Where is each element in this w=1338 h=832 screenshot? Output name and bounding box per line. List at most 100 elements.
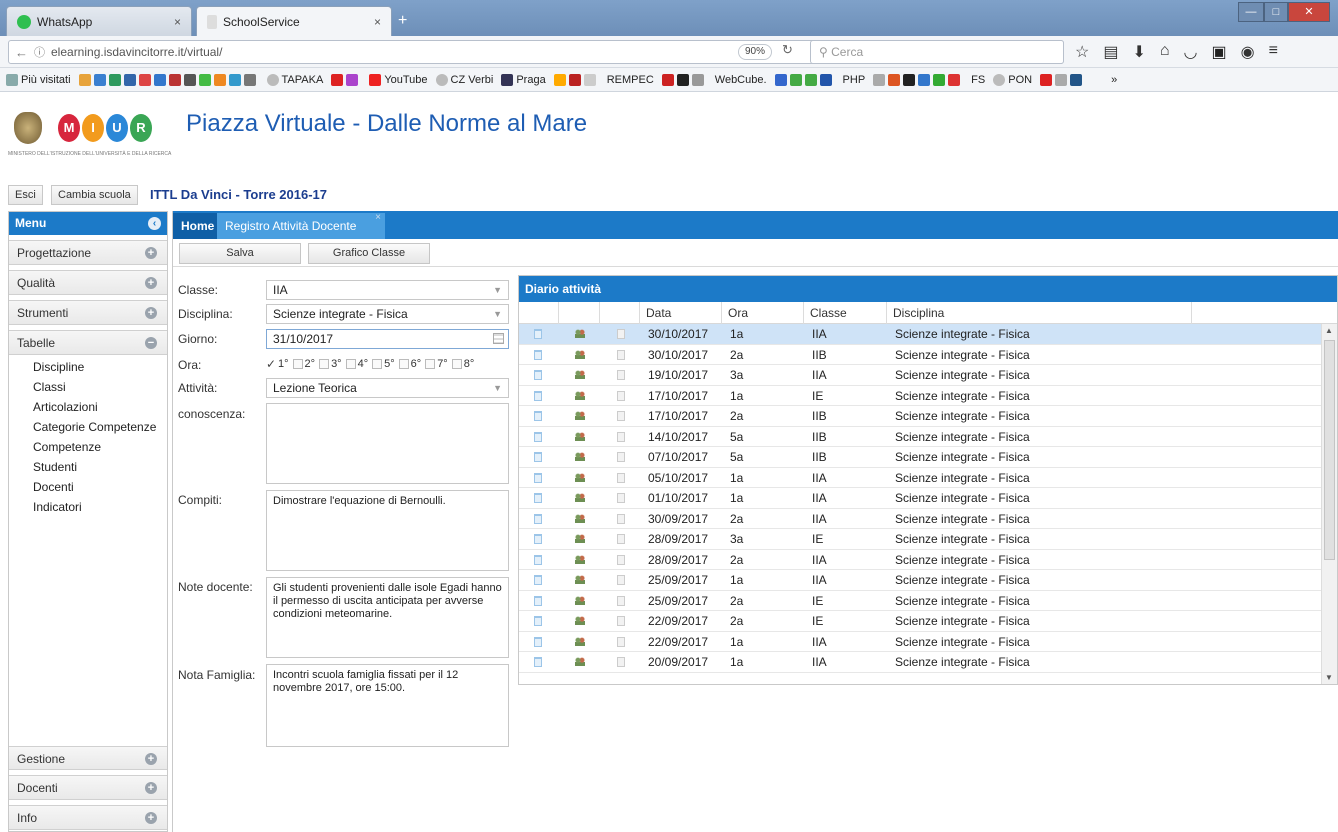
sidebar-item-info[interactable]: Info + [9,806,167,830]
table-row[interactable]: 30/10/2017 1a IIA Scienze integrate - Fisic… [519,324,1337,345]
trash-icon[interactable] [534,513,542,524]
new-tab-icon[interactable]: + [398,12,407,30]
hamburger-menu-icon[interactable]: ≡ [1269,42,1278,62]
document-icon[interactable] [617,349,625,360]
scroll-down-icon[interactable]: ▼ [1325,673,1333,682]
bookmarks-overflow-icon[interactable]: » [1111,74,1117,86]
document-icon[interactable] [617,616,625,626]
document-icon[interactable] [617,595,625,606]
info-icon[interactable]: ⓘ [34,44,45,60]
sidebar-item-docenti[interactable]: Docenti + [9,776,167,800]
bookmark-item[interactable]: WebCube. [715,74,767,86]
close-window-icon[interactable]: ✕ [1288,2,1330,22]
trash-icon[interactable] [534,575,542,585]
sidebar-item-strumenti[interactable]: Strumenti + [9,301,167,325]
trash-icon[interactable] [534,657,542,667]
pocket-icon[interactable]: ◡ [1184,42,1198,62]
checkbox[interactable] [292,359,303,369]
compiti-textarea[interactable]: Dimostrare l'equazione di Bernoulli. [266,490,509,571]
note-docente-textarea[interactable]: Gli studenti provenienti dalle isole Ega… [266,577,509,658]
table-row[interactable]: 25/09/2017 2a IE Scienze integrate - Fisica [519,591,1337,611]
search-input[interactable]: ⚲ Cerca [810,40,1064,64]
submenu-item-categorie-competenze[interactable]: Categorie Competenze [33,417,167,437]
back-icon[interactable]: ← [15,45,28,60]
giorno-date-input[interactable]: 31/10/2017 [266,329,509,349]
students-icon[interactable] [575,411,585,420]
checkbox[interactable] [319,359,330,369]
bookmark-icons[interactable] [331,73,361,86]
checkbox[interactable] [425,359,436,369]
cambia-scuola-button[interactable]: Cambia scuola [51,185,138,205]
expand-icon[interactable]: + [145,812,157,824]
ora-option-3[interactable]: 3° [319,358,342,370]
students-icon[interactable] [575,513,585,523]
calendar-icon[interactable] [493,333,504,344]
trash-icon[interactable] [534,472,542,483]
zoom-level[interactable]: 90% [738,44,773,60]
document-icon[interactable] [617,513,625,524]
checkbox[interactable] [345,359,356,369]
submenu-item-discipline[interactable]: Discipline [33,357,167,377]
classe-select[interactable]: IIA ▼ [266,280,509,300]
table-row[interactable]: 17/10/2017 2a IIB Scienze integrate - Fisic… [519,406,1337,427]
students-icon[interactable] [575,657,585,666]
bookmark-icons[interactable] [1040,73,1085,86]
checkbox[interactable] [372,359,383,369]
scrollbar-thumb[interactable] [1324,340,1335,560]
students-icon[interactable] [575,370,585,379]
bookmark-item[interactable]: REMPEC [607,74,654,86]
sidebar-item-qualita[interactable]: Qualità + [9,271,167,295]
collapse-menu-icon[interactable]: ‹ [148,217,161,230]
attivita-select[interactable]: Lezione Teorica ▼ [266,378,509,398]
conoscenza-textarea[interactable] [266,403,509,484]
expand-icon[interactable]: + [145,782,157,794]
column-header-data[interactable]: Data [640,302,722,324]
trash-icon[interactable] [534,349,542,360]
sidebar-item-progettazione[interactable]: Progettazione + [9,241,167,265]
ora-option-6[interactable]: 6° [398,358,421,370]
bookmark-icons[interactable] [553,73,599,86]
document-icon[interactable] [617,472,625,483]
table-row[interactable]: 22/09/2017 2a IE Scienze integrate - Fisica [519,611,1337,632]
trash-icon[interactable] [534,636,542,647]
ora-option-1[interactable]: ✓ 1° [266,358,289,371]
close-tab-icon[interactable]: × [375,205,381,231]
url-text[interactable]: elearning.isdavincitorre.it/virtual/ [51,45,222,59]
download-icon[interactable]: ⬇ [1132,42,1145,62]
document-icon[interactable] [617,390,625,401]
students-icon[interactable] [575,616,585,625]
table-row[interactable]: 25/09/2017 1a IIA Scienze integrate - Fisic… [519,570,1337,591]
table-row[interactable]: 05/10/2017 1a IIA Scienze integrate - Fisic… [519,468,1337,488]
submenu-item-docenti[interactable]: Docenti [33,477,167,497]
trash-icon[interactable] [534,534,542,544]
close-icon[interactable]: × [374,15,381,29]
students-icon[interactable] [575,431,585,441]
table-row[interactable]: 17/10/2017 1a IE Scienze integrate - Fisica [519,386,1337,406]
document-icon[interactable] [617,493,625,503]
table-row[interactable]: 30/09/2017 2a IIA Scienze integrate - Fisic… [519,509,1337,529]
bookmark-item[interactable]: PON [993,73,1032,86]
bookmark-icons[interactable] [661,73,707,86]
students-icon[interactable] [575,390,585,400]
students-icon[interactable] [575,534,585,543]
document-icon[interactable] [617,431,625,442]
reload-icon[interactable]: ↻ [782,42,793,58]
browser-tab-schoolservice[interactable]: SchoolService × [196,6,392,36]
trash-icon[interactable] [534,370,542,380]
close-icon[interactable]: × [174,15,181,29]
trash-icon[interactable] [534,616,542,626]
table-row[interactable]: 07/10/2017 5a IIB Scienze integrate - Fisic… [519,447,1337,468]
document-icon[interactable] [617,657,625,667]
submenu-item-competenze[interactable]: Competenze [33,437,167,457]
column-header-classe[interactable]: Classe [804,302,887,324]
sidebar-item-gestione[interactable]: Gestione + [9,746,167,770]
table-row[interactable]: 28/09/2017 3a IE Scienze integrate - Fisica [519,529,1337,550]
maximize-icon[interactable]: □ [1264,2,1288,22]
checkbox[interactable] [451,359,462,369]
column-header-ora[interactable]: Ora [722,302,804,324]
ora-option-8[interactable]: 8° [451,358,474,370]
document-icon[interactable] [617,370,625,380]
document-icon[interactable] [617,452,625,462]
bookmark-item[interactable]: FS [971,74,985,86]
ora-option-4[interactable]: 4° [345,358,368,370]
